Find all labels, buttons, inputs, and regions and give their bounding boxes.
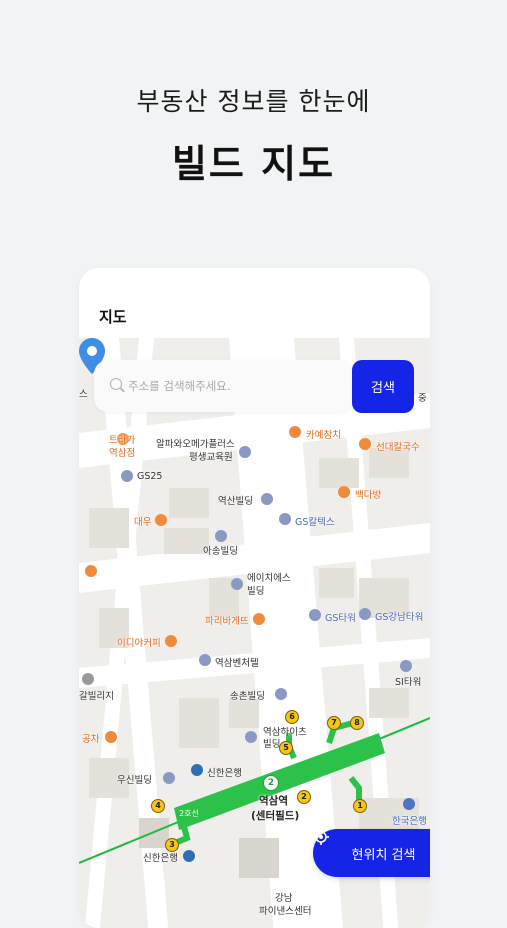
store-icon: [121, 470, 133, 482]
poi-woosin[interactable]: 우신빌딩: [117, 772, 152, 786]
map-edge-label-left: 스: [79, 389, 88, 400]
map-view[interactable]: 스 중 트라가 역삼점 알파와오메가플러스 평생교육원 카예참치 선대칼국수 G…: [79, 338, 430, 928]
bank-icon-3: [183, 850, 195, 862]
poi-gstower[interactable]: GS타워: [325, 610, 356, 624]
search-input[interactable]: [128, 360, 338, 412]
cafe-icon-2: [338, 486, 350, 498]
subway-exit-8[interactable]: 8: [350, 716, 364, 730]
poi-si[interactable]: SI타워: [395, 674, 421, 688]
poi-hs-sub: 빌딩: [247, 586, 265, 597]
poi-alpha[interactable]: 알파와오메가플러스: [156, 436, 235, 450]
search-button[interactable]: 검색: [352, 360, 414, 413]
bank-icon: [191, 764, 203, 776]
cafe-icon: [289, 426, 301, 438]
building-icon-4: [309, 609, 321, 621]
subway-exit-7[interactable]: 7: [327, 716, 341, 730]
building-icon-5: [359, 608, 371, 620]
poi-gscaltex[interactable]: GS칼텍스: [295, 514, 335, 528]
subway-exit-2[interactable]: 2: [297, 790, 311, 804]
poi-shinhan-1[interactable]: 신한은행: [207, 765, 242, 779]
restaurant-icon-3: [155, 514, 167, 526]
poi-daewoo[interactable]: 대우: [134, 514, 151, 528]
poi-hs[interactable]: 에이치에스: [247, 570, 291, 584]
subway-line-2-marker: 2: [263, 775, 279, 791]
school-icon: [239, 446, 251, 458]
poi-shinhan-2[interactable]: 신한은행: [143, 850, 178, 864]
restaurant-icon-4: [85, 565, 97, 577]
hero-subtitle: 부동산 정보를 한눈에: [136, 87, 371, 116]
subway-station-sub: (센터필드): [251, 810, 300, 822]
poi-finance-sub: 파이낸스센터: [259, 906, 312, 917]
building-icon-9: [245, 731, 257, 743]
poi-trager-sub: 역삼점: [109, 448, 136, 459]
subway-exit-4[interactable]: 4: [151, 799, 165, 813]
subway-exit-6[interactable]: 6: [285, 710, 299, 724]
crosshair-icon: [313, 829, 329, 845]
poi-gsgangnam[interactable]: GS강남타워: [375, 609, 423, 623]
current-location-button[interactable]: 현위치 검색: [313, 829, 430, 877]
poi-trager[interactable]: 트라가: [109, 432, 135, 446]
poi-songchon[interactable]: 송촌빌딩: [230, 688, 265, 702]
building-icon-8: [275, 688, 287, 700]
poi-gongcha[interactable]: 공차: [82, 731, 99, 745]
poi-gs25[interactable]: GS25: [137, 471, 162, 482]
poi-yeoksamh-sub: 빌딩: [263, 739, 281, 750]
map-card: 지도 스 중 트라가 역삼점 알파와오메가플러스 평생교육원 카예참치 선대칼국…: [79, 268, 430, 928]
cafe-icon-3: [165, 635, 177, 647]
building-icon-10: [163, 772, 175, 784]
subway-exit-5[interactable]: 5: [279, 741, 293, 755]
subway-exit-3[interactable]: 3: [165, 838, 179, 852]
poi-baek[interactable]: 백다방: [355, 487, 381, 501]
building-icon: [261, 493, 273, 505]
poi-finance[interactable]: 강남: [275, 890, 292, 904]
card-title: 지도: [99, 308, 127, 326]
hero-title: 빌드 지도: [171, 142, 336, 186]
poi-idiya[interactable]: 이디야커피: [117, 635, 161, 649]
bakery-icon: [253, 613, 265, 625]
poi-alpha-sub: 평생교육원: [189, 452, 233, 463]
building-icon-3: [231, 578, 243, 590]
poi-village[interactable]: 갈빌리지: [79, 688, 114, 702]
poi-hankook[interactable]: 한국은행: [392, 813, 427, 827]
cafe-icon-4: [105, 731, 117, 743]
restaurant-icon-2: [359, 438, 371, 450]
current-location-label: 현위치 검색: [351, 847, 416, 863]
poi-yeoksan[interactable]: 역산빌딩: [218, 493, 253, 507]
building-icon-6: [199, 654, 211, 666]
search-bar: [94, 360, 354, 412]
subway-line-label: 2호선: [179, 809, 199, 818]
landmark-icon: [82, 673, 94, 685]
poi-venture[interactable]: 역삼벤처텔: [215, 655, 259, 669]
gas-station-icon: [279, 513, 291, 525]
building-icon-7: [400, 660, 412, 672]
subway-station-name[interactable]: 역삼역: [259, 793, 288, 808]
search-icon: [110, 378, 122, 390]
map-edge-label-right: 중: [418, 393, 427, 404]
poi-sundae[interactable]: 선대칼국수: [376, 439, 420, 453]
bank-icon-2: [403, 798, 415, 810]
poi-cafe[interactable]: 카예참치: [306, 427, 341, 441]
poi-asung[interactable]: 아송빌딩: [203, 543, 238, 557]
building-icon-2: [215, 530, 227, 542]
subway-exit-1[interactable]: 1: [353, 799, 367, 813]
poi-paris[interactable]: 파리바게뜨: [205, 613, 249, 627]
